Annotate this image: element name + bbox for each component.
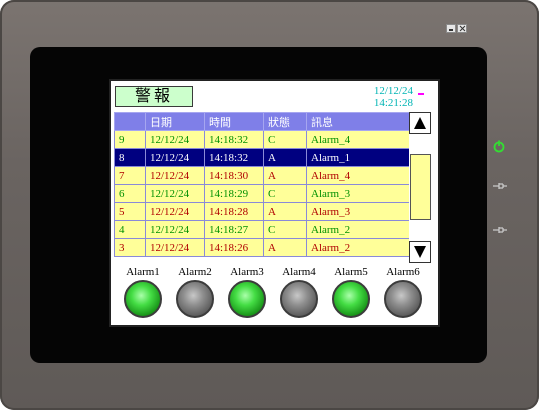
row-message: Alarm_2 [306, 238, 412, 257]
alarm-indicator: Alarm6 [379, 266, 427, 318]
column-header-status: 狀態 [263, 112, 307, 131]
alarm-label: Alarm2 [178, 266, 212, 278]
table-row[interactable]: 3 12/12/24 14:18:26 A Alarm_2 [114, 238, 412, 257]
row-time: 14:18:30 [204, 166, 264, 185]
alarm-indicator: Alarm3 [223, 266, 271, 318]
row-date: 12/12/24 [145, 130, 205, 149]
alarm-lamp-icon [384, 280, 422, 318]
table-scrollbar[interactable] [409, 112, 433, 263]
row-date: 12/12/24 [145, 238, 205, 257]
row-time: 14:18:32 [204, 130, 264, 149]
alarm-label: Alarm4 [282, 266, 316, 278]
row-date: 12/12/24 [145, 220, 205, 239]
alarm-history-table: 日期 時間 狀態 訊息 9 12/12/24 14:18:32 C Alarm_4 8 12… [114, 112, 412, 257]
row-message: Alarm_2 [306, 220, 412, 239]
row-number: 8 [114, 148, 146, 167]
row-number: 7 [114, 166, 146, 185]
column-header-date: 日期 [145, 112, 205, 131]
plug-icon [493, 183, 507, 189]
table-row[interactable]: 8 12/12/24 14:18:32 A Alarm_1 [114, 148, 412, 167]
row-time: 14:18:28 [204, 202, 264, 221]
alarm-indicator: Alarm4 [275, 266, 323, 318]
row-number: 9 [114, 130, 146, 149]
column-header-message: 訊息 [306, 112, 412, 131]
row-message: Alarm_1 [306, 148, 412, 167]
alarm-label: Alarm3 [230, 266, 264, 278]
row-message: Alarm_4 [306, 130, 412, 149]
row-number: 6 [114, 184, 146, 203]
row-status: A [263, 166, 307, 185]
row-time: 14:18:32 [204, 148, 264, 167]
plug-icon [493, 227, 507, 233]
scroll-thumb[interactable] [410, 154, 431, 220]
alarm-label: Alarm6 [386, 266, 420, 278]
alarm-label: Alarm1 [126, 266, 160, 278]
row-date: 12/12/24 [145, 202, 205, 221]
row-date: 12/12/24 [145, 148, 205, 167]
row-time: 14:18:27 [204, 220, 264, 239]
table-row[interactable]: 7 12/12/24 14:18:30 A Alarm_4 [114, 166, 412, 185]
row-number: 3 [114, 238, 146, 257]
table-row[interactable]: 6 12/12/24 14:18:29 C Alarm_3 [114, 184, 412, 203]
row-date: 12/12/24 [145, 184, 205, 203]
row-time: 14:18:26 [204, 238, 264, 257]
power-icon [493, 140, 505, 153]
alarm-indicator: Alarm5 [327, 266, 375, 318]
alarm-lamp-icon [124, 280, 162, 318]
date-text: 12/12/24 [373, 85, 413, 97]
alarm-indicator: Alarm2 [171, 266, 219, 318]
scroll-down-button[interactable] [409, 241, 431, 263]
column-header-number [114, 112, 146, 131]
row-time: 14:18:29 [204, 184, 264, 203]
row-message: Alarm_3 [306, 184, 412, 203]
alarm-indicator: Alarm1 [119, 266, 167, 318]
row-status: A [263, 148, 307, 167]
alarm-lamp-icon [176, 280, 214, 318]
table-row[interactable]: 5 12/12/24 14:18:28 A Alarm_3 [114, 202, 412, 221]
row-status: C [263, 184, 307, 203]
close-icon[interactable] [457, 24, 467, 33]
device-frame: 警報 12/12/24 14:21:28 日期 時間 狀態 訊息 9 12/12/… [0, 0, 539, 410]
row-status: A [263, 202, 307, 221]
alarm-lamp-icon [228, 280, 266, 318]
cursor-marker [418, 93, 424, 95]
alarm-lamp-icon [280, 280, 318, 318]
hmi-screen: 警報 12/12/24 14:21:28 日期 時間 狀態 訊息 9 12/12/… [111, 81, 438, 325]
table-header-row: 日期 時間 狀態 訊息 [114, 112, 412, 131]
row-status: A [263, 238, 307, 257]
alarm-lamp-panel: Alarm1 Alarm2 Alarm3 Alarm4 Alarm5 Alarm6 [119, 266, 431, 321]
row-number: 5 [114, 202, 146, 221]
page-title: 警報 [115, 86, 193, 107]
column-header-time: 時間 [204, 112, 264, 131]
row-number: 4 [114, 220, 146, 239]
datetime-display: 12/12/24 14:21:28 [374, 85, 413, 109]
minimize-icon[interactable] [446, 24, 456, 33]
alarm-lamp-icon [332, 280, 370, 318]
row-message: Alarm_4 [306, 166, 412, 185]
time-text: 14:21:28 [373, 97, 413, 109]
table-row[interactable]: 9 12/12/24 14:18:32 C Alarm_4 [114, 130, 412, 149]
row-status: C [263, 220, 307, 239]
arrow-up-icon [414, 117, 426, 129]
arrow-down-icon [414, 246, 426, 258]
row-message: Alarm_3 [306, 202, 412, 221]
row-date: 12/12/24 [145, 166, 205, 185]
row-status: C [263, 130, 307, 149]
alarm-label: Alarm5 [334, 266, 368, 278]
scroll-up-button[interactable] [409, 112, 431, 134]
table-row[interactable]: 4 12/12/24 14:18:27 C Alarm_2 [114, 220, 412, 239]
